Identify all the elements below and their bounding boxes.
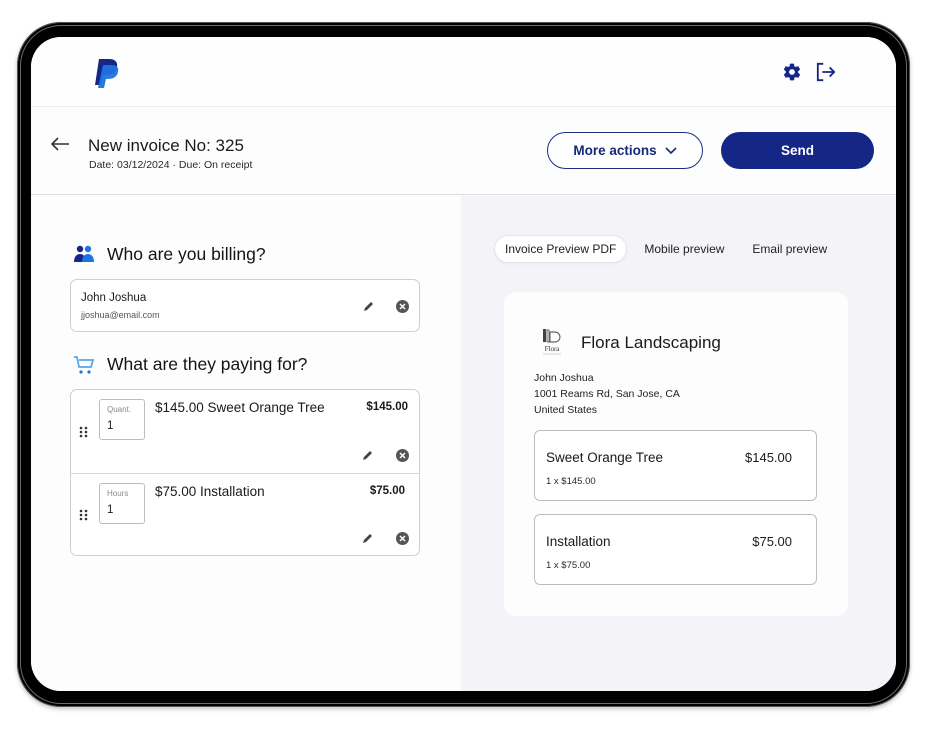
- gear-icon[interactable]: [781, 61, 803, 83]
- quantity-input[interactable]: Quant. 1: [99, 399, 145, 440]
- send-label: Send: [780, 143, 814, 158]
- tab-email-preview[interactable]: Email preview: [742, 236, 837, 262]
- items-heading: What are they paying for?: [73, 354, 307, 375]
- top-bar: [31, 37, 896, 107]
- back-arrow-icon[interactable]: [49, 135, 71, 153]
- preview-item-name: Sweet Orange Tree: [546, 450, 664, 465]
- item-description: $75.00 Installation: [155, 484, 265, 499]
- edit-item-pencil-icon[interactable]: [361, 448, 375, 462]
- screen: New invoice No: 325 Date: 03/12/2024 · D…: [31, 37, 896, 691]
- invoice-dates: Date: 03/12/2024 · Due: On receipt: [89, 159, 253, 171]
- preview-item-detail: 1 x $145.00: [546, 476, 596, 487]
- send-button[interactable]: Send: [721, 132, 874, 169]
- billing-heading: Who are you billing?: [73, 244, 266, 265]
- preview-item-name: Installation: [546, 534, 611, 549]
- bill-to-country: United States: [534, 404, 598, 416]
- tab-invoice-preview-pdf[interactable]: Invoice Preview PDF: [495, 236, 627, 262]
- cart-icon: [73, 355, 95, 375]
- flora-logo-icon: Flora: [543, 329, 561, 355]
- item-amount: $75.00: [369, 485, 405, 497]
- item-amount: $145.00: [366, 401, 408, 413]
- drag-handle-icon[interactable]: [79, 509, 89, 521]
- item-description: $145.00 Sweet Orange Tree: [155, 400, 325, 415]
- edit-item-pencil-icon[interactable]: [361, 531, 375, 545]
- invoice-preview-document: Flora Flora Landscaping John Joshua 1001…: [504, 292, 848, 616]
- remove-item-close-icon[interactable]: [395, 531, 409, 545]
- preview-item-detail: 1 x $75.00: [546, 560, 591, 571]
- bill-to-street: 1001 Reams Rd, San Jose, CA: [534, 388, 680, 400]
- line-items-list: Quant. 1 $145.00 Sweet Orange Tree $145.…: [70, 389, 420, 556]
- remove-customer-close-icon[interactable]: [395, 299, 409, 313]
- billing-heading-text: Who are you billing?: [107, 244, 266, 264]
- line-item: Hours 1 $75.00 Installation $75.00: [71, 473, 419, 556]
- remove-item-close-icon[interactable]: [395, 448, 409, 462]
- preview-tabs: Invoice Preview PDF Mobile preview Email…: [495, 236, 845, 262]
- customer-name: John Joshua: [81, 292, 147, 304]
- people-icon: [73, 245, 95, 265]
- svg-text:Flora: Flora: [545, 345, 561, 353]
- chevron-down-icon: [665, 146, 677, 154]
- preview-item-amount: $75.00: [752, 534, 792, 549]
- quantity-label: Quant.: [107, 405, 132, 414]
- more-actions-label: More actions: [573, 143, 657, 158]
- quantity-value: 1: [107, 420, 114, 432]
- customer-email: jjoshua@email.com: [81, 310, 160, 320]
- hours-label: Hours: [107, 489, 129, 498]
- preview-item-amount: $145.00: [745, 450, 792, 465]
- invoice-header: New invoice No: 325 Date: 03/12/2024 · D…: [31, 107, 896, 195]
- drag-handle-icon[interactable]: [79, 426, 89, 438]
- preview-line-item: Sweet Orange Tree $145.00 1 x $145.00: [534, 430, 817, 501]
- business-name: Flora Landscaping: [581, 333, 721, 352]
- preview-line-item: Installation $75.00 1 x $75.00: [534, 514, 817, 585]
- invoice-preview-panel: Invoice Preview PDF Mobile preview Email…: [461, 196, 896, 691]
- tablet-frame: New invoice No: 325 Date: 03/12/2024 · D…: [17, 22, 910, 707]
- items-heading-text: What are they paying for?: [107, 354, 308, 374]
- paypal-logo-icon[interactable]: [94, 57, 120, 89]
- hours-input[interactable]: Hours 1: [99, 483, 145, 524]
- hours-value: 1: [107, 504, 114, 516]
- line-item: Quant. 1 $145.00 Sweet Orange Tree $145.…: [71, 390, 419, 473]
- invoice-editor: Who are you billing? John Joshua jjoshua…: [31, 196, 461, 691]
- bill-to-name: John Joshua: [534, 372, 594, 384]
- more-actions-button[interactable]: More actions: [547, 132, 703, 169]
- customer-card[interactable]: John Joshua jjoshua@email.com: [70, 279, 420, 332]
- page-title: New invoice No: 325: [88, 136, 244, 155]
- bill-to-address: John Joshua 1001 Reams Rd, San Jose, CA …: [534, 370, 680, 418]
- logout-icon[interactable]: [815, 61, 837, 83]
- edit-customer-pencil-icon[interactable]: [362, 299, 376, 313]
- tab-mobile-preview[interactable]: Mobile preview: [634, 236, 734, 262]
